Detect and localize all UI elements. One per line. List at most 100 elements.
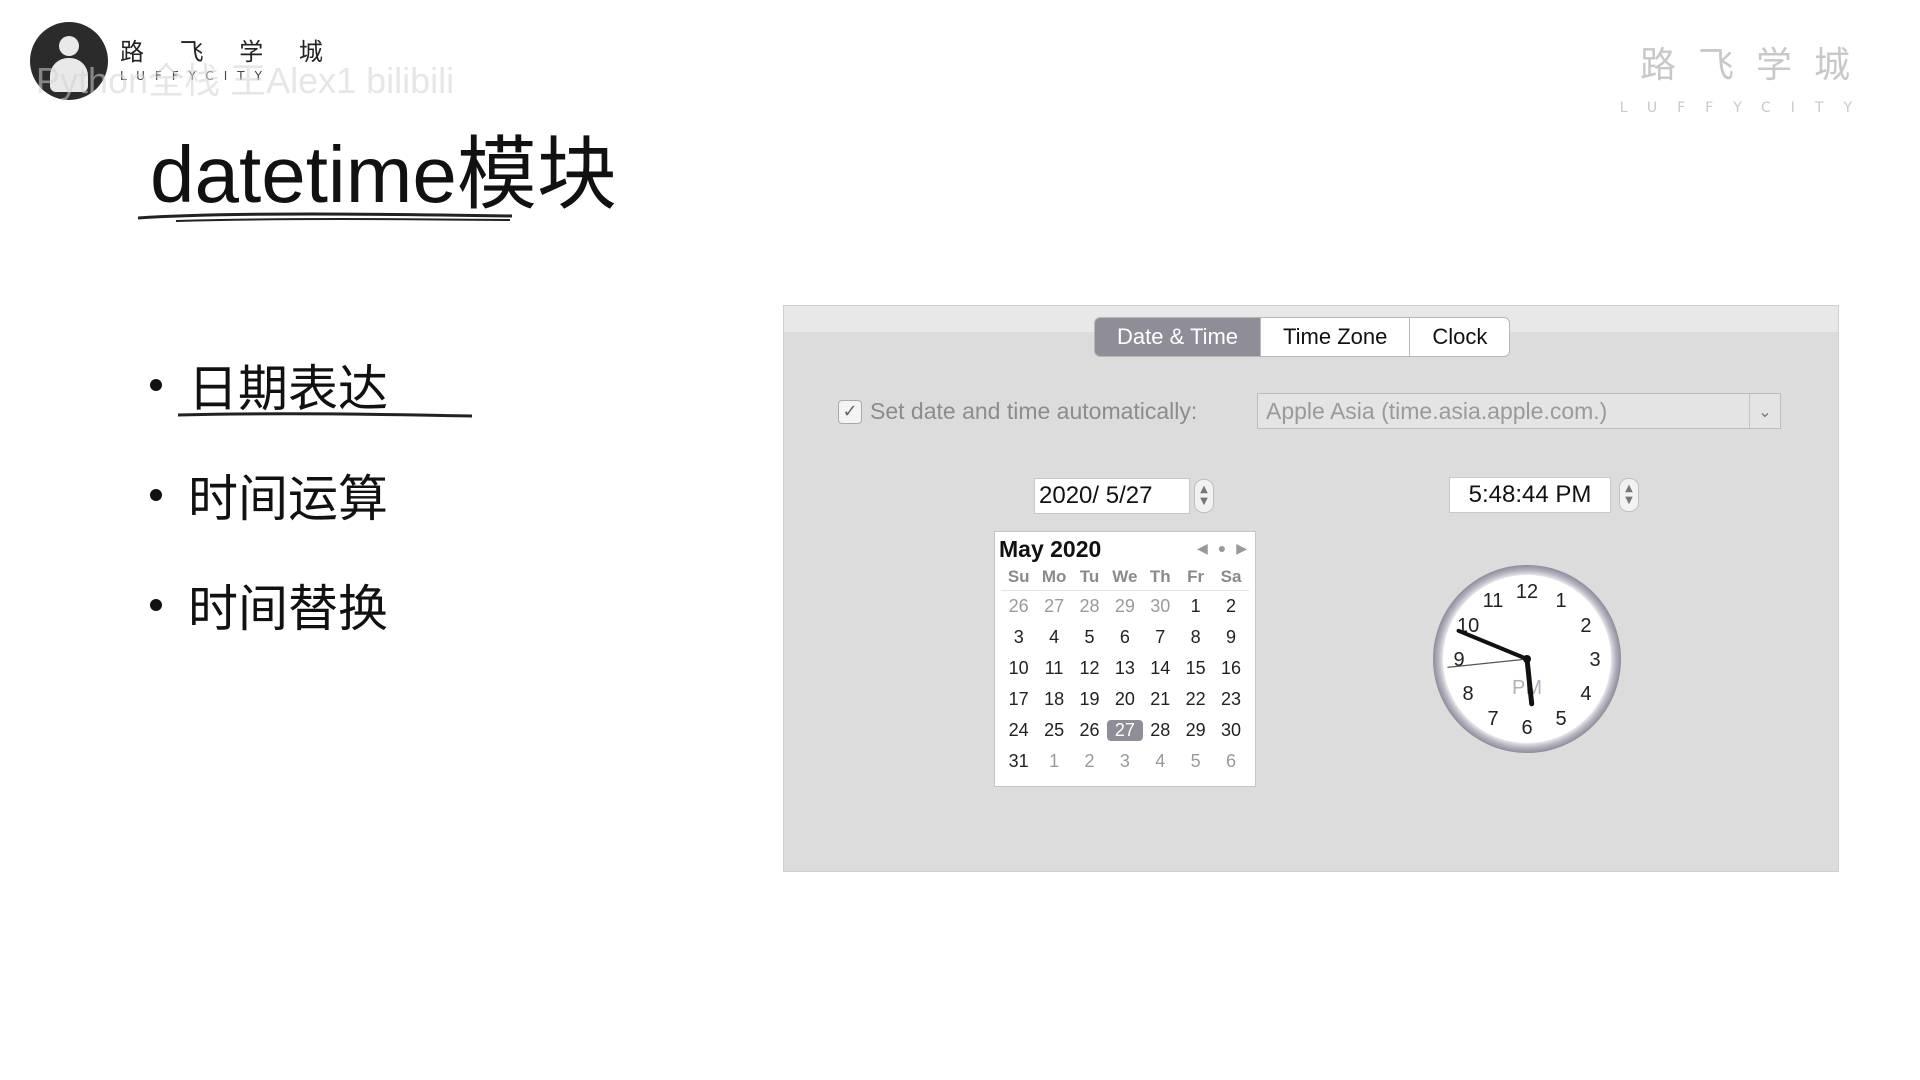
calendar-day[interactable]: 29: [1107, 596, 1142, 617]
bullet-underline: [177, 412, 473, 418]
calendar-week-row: 17 18 19 20 21 22 23: [1001, 684, 1249, 715]
calendar-day[interactable]: 5: [1072, 627, 1107, 648]
clock-number: 5: [1555, 708, 1566, 730]
calendar-day[interactable]: 28: [1143, 720, 1178, 741]
auto-set-label: Set date and time automatically:: [870, 398, 1198, 424]
calendar-weekday-row: Su Mo Tu We Th Fr Sa: [1001, 564, 1249, 591]
calendar-weekday: Sa: [1220, 567, 1242, 586]
brand-right: 路飞学城 LUFFYCITY: [1620, 36, 1872, 116]
calendar: May 2020 ◀ ● ▶ Su Mo Tu We Th Fr Sa 26 27 28 29 30 1…: [994, 531, 1256, 787]
chevron-down-icon[interactable]: ⌄: [1749, 394, 1780, 428]
calendar-day[interactable]: 25: [1036, 720, 1071, 741]
tab-clock[interactable]: Clock: [1409, 318, 1509, 356]
clock-number: 6: [1521, 717, 1532, 739]
tab-time-zone[interactable]: Time Zone: [1260, 318, 1409, 356]
checkmark-icon: ✓: [842, 401, 858, 422]
calendar-day[interactable]: 30: [1213, 720, 1248, 741]
calendar-day[interactable]: 3: [1107, 751, 1142, 772]
calendar-nav: ◀ ● ▶: [1197, 540, 1247, 557]
stepper-up-icon[interactable]: ▲: [1625, 483, 1633, 495]
bullet-dot: [150, 599, 162, 611]
calendar-day[interactable]: 27: [1036, 596, 1071, 617]
calendar-day[interactable]: 9: [1213, 627, 1248, 648]
time-server-value: Apple Asia (time.asia.apple.com.): [1266, 397, 1608, 424]
stepper-down-icon[interactable]: ▼: [1200, 496, 1208, 508]
clock-number: 4: [1580, 683, 1591, 705]
bullet-dot: [150, 489, 162, 501]
calendar-day[interactable]: 1: [1036, 751, 1071, 772]
calendar-day[interactable]: 16: [1213, 658, 1248, 679]
calendar-week-row: 10 11 12 13 14 15 16: [1001, 653, 1249, 684]
stepper-up-icon[interactable]: ▲: [1200, 484, 1208, 496]
calendar-day[interactable]: 6: [1213, 751, 1248, 772]
calendar-day[interactable]: 1: [1178, 596, 1213, 617]
calendar-day[interactable]: 10: [1001, 658, 1036, 679]
calendar-weekday: Mo: [1041, 567, 1067, 586]
calendar-weekday: Fr: [1187, 567, 1205, 586]
clock-center: [1523, 655, 1531, 663]
video-watermark: Python全栈 王Alex1 bilibili: [36, 60, 455, 101]
time-server-select[interactable]: Apple Asia (time.asia.apple.com.) ⌄: [1257, 393, 1781, 429]
bullet-text: 时间替换: [188, 580, 388, 638]
calendar-day[interactable]: 28: [1072, 596, 1107, 617]
calendar-week-row: 31 1 2 3 4 5 6: [1001, 746, 1249, 777]
calendar-day[interactable]: 5: [1178, 751, 1213, 772]
calendar-day[interactable]: 3: [1001, 627, 1036, 648]
bullet-item: 时间替换: [150, 550, 388, 660]
calendar-day[interactable]: 11: [1036, 658, 1071, 679]
stepper-down-icon[interactable]: ▼: [1625, 495, 1633, 507]
calendar-day[interactable]: 7: [1143, 627, 1178, 648]
calendar-day[interactable]: 14: [1143, 658, 1178, 679]
calendar-day-selected[interactable]: 27: [1107, 720, 1143, 741]
brand-right-cn: 路飞学城: [1639, 45, 1872, 86]
calendar-day[interactable]: 22: [1178, 689, 1213, 710]
clock-number: 2: [1580, 615, 1591, 637]
clock-number: 3: [1589, 649, 1600, 671]
time-stepper[interactable]: ▲ ▼: [1619, 478, 1639, 512]
calendar-day[interactable]: 4: [1143, 751, 1178, 772]
calendar-day[interactable]: 23: [1213, 689, 1248, 710]
analog-clock: 12 1234567891011 PM: [1433, 565, 1621, 753]
calendar-day[interactable]: 19: [1072, 689, 1107, 710]
calendar-day[interactable]: 8: [1178, 627, 1213, 648]
auto-set-row: ✓ Set date and time automatically:: [838, 398, 1197, 425]
auto-set-checkbox[interactable]: ✓: [838, 399, 862, 424]
today-dot-icon[interactable]: ●: [1218, 540, 1226, 557]
calendar-day[interactable]: 15: [1178, 658, 1213, 679]
calendar-day[interactable]: 31: [1001, 751, 1036, 772]
tab-date-time[interactable]: Date & Time: [1095, 318, 1261, 356]
tab-bar: Date & Time Time Zone Clock: [1094, 317, 1511, 357]
prev-month-icon[interactable]: ◀: [1197, 540, 1208, 557]
date-time-preferences-screenshot: Date & Time Time Zone Clock ✓ Set date a…: [783, 305, 1839, 872]
calendar-day[interactable]: 2: [1213, 596, 1248, 617]
calendar-day[interactable]: 2: [1072, 751, 1107, 772]
calendar-day[interactable]: 26: [1001, 596, 1036, 617]
clock-number: 7: [1487, 708, 1498, 730]
calendar-weekday: Tu: [1079, 567, 1100, 586]
calendar-day[interactable]: 6: [1107, 627, 1142, 648]
calendar-week-row: 26 27 28 29 30 1 2: [1001, 591, 1249, 622]
calendar-day[interactable]: 21: [1143, 689, 1178, 710]
calendar-day[interactable]: 17: [1001, 689, 1036, 710]
calendar-day[interactable]: 24: [1001, 720, 1036, 741]
next-month-icon[interactable]: ▶: [1236, 540, 1247, 557]
calendar-day[interactable]: 20: [1107, 689, 1142, 710]
calendar-day[interactable]: 18: [1036, 689, 1071, 710]
calendar-day[interactable]: 12: [1072, 658, 1107, 679]
calendar-week-row: 24 25 26 27 28 29 30: [1001, 715, 1249, 746]
bullet-text: 时间运算: [188, 470, 388, 528]
title-underline: [137, 212, 513, 222]
calendar-day[interactable]: 13: [1107, 658, 1142, 679]
calendar-day[interactable]: 29: [1178, 720, 1213, 741]
clock-number: 12: [1516, 581, 1538, 603]
calendar-week-row: 3456789: [1001, 622, 1249, 653]
date-field[interactable]: 2020/ 5/27: [1034, 478, 1190, 514]
date-stepper[interactable]: ▲ ▼: [1194, 479, 1214, 513]
bullet-item: 日期表达: [150, 330, 388, 440]
slide: 路 飞 学 城 LUFFYCITY Python全栈 王Alex1 bilibi…: [0, 0, 1920, 1080]
calendar-day[interactable]: 30: [1143, 596, 1178, 617]
calendar-day[interactable]: 4: [1036, 627, 1071, 648]
time-field[interactable]: 5:48:44 PM: [1449, 477, 1611, 513]
calendar-day[interactable]: 26: [1072, 720, 1107, 741]
clock-number: 8: [1463, 683, 1474, 705]
